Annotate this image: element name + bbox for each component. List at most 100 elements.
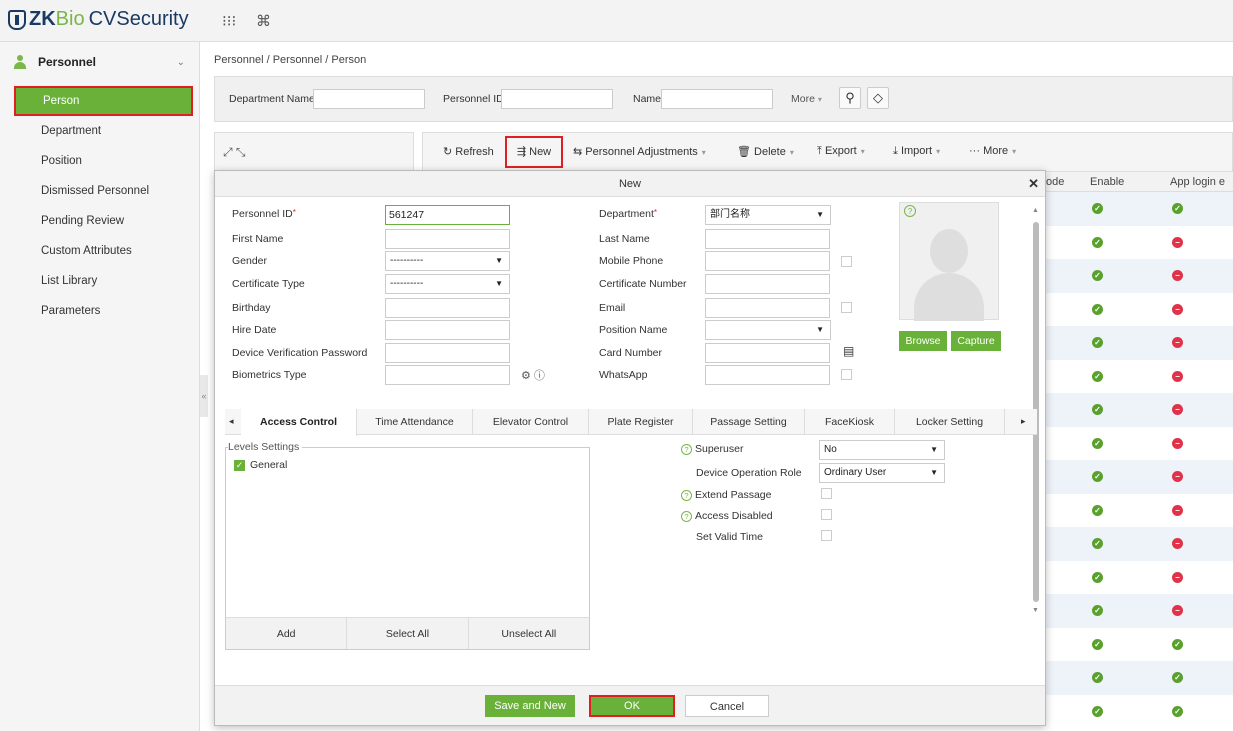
checkbox-checked-icon[interactable]: ✓ [234,459,245,471]
tab-scroll-left-icon[interactable]: ◂ [229,416,234,427]
table-row[interactable]: ✓ − [1046,326,1233,360]
export-button[interactable]: ⤒ Export ▾ [817,145,865,158]
import-button[interactable]: ⤓ Import ▾ [893,145,940,158]
sidebar-item-pending-review[interactable]: Pending Review [0,206,199,236]
name-input[interactable] [661,89,773,109]
clear-filter-icon[interactable]: ◇ [867,87,889,109]
hire-date-field[interactable] [385,320,510,340]
whatsapp-field[interactable] [705,365,830,385]
gender-select[interactable]: ---------- ▼ [385,251,510,271]
table-row[interactable]: ✓ ✓ [1046,628,1233,662]
toolbar-more-button[interactable]: ··· More ▾ [969,145,1016,157]
table-row[interactable]: ✓ − [1046,594,1233,628]
table-row[interactable]: ✓ − [1046,259,1233,293]
sidebar-collapse-handle[interactable]: « [200,375,208,417]
browse-button[interactable]: Browse [899,331,947,351]
last-name-field[interactable] [705,229,830,249]
personnel-id-label: Personnel ID [443,93,504,105]
superuser-value: No [824,444,837,455]
tab-plate-register[interactable]: Plate Register [589,409,693,435]
sidebar-item-position[interactable]: Position [0,146,199,176]
table-row[interactable]: ✓ − [1046,393,1233,427]
department-select[interactable]: 部门名称 ▼ [705,205,831,225]
access-disabled-checkbox[interactable] [821,509,832,520]
new-button[interactable]: ⇶ New [505,136,563,168]
sidebar-item-dismissed-personnel[interactable]: Dismissed Personnel [0,176,199,206]
add-level-button[interactable]: Add [226,618,348,649]
email-field[interactable] [705,298,830,318]
table-row[interactable]: ✓ ✓ [1046,695,1233,729]
expand-collapse-icon[interactable]: ⤢ ⤡ [223,145,246,160]
tab-passage-setting[interactable]: Passage Setting [693,409,805,435]
apps-grid-icon[interactable]: ⁝⁝⁝ [222,12,236,30]
extend-passage-checkbox[interactable] [821,488,832,499]
help-icon[interactable]: ? [681,511,692,522]
personnel-id-field[interactable]: 561247 [385,205,510,225]
table-row[interactable]: ✓ − [1046,494,1233,528]
ok-button[interactable]: OK [589,695,675,717]
sidebar-item-list-library[interactable]: List Library [0,266,199,296]
superuser-select[interactable]: No ▼ [819,440,945,460]
sidebar-module-personnel[interactable]: Personnel ⌄ [0,42,199,82]
set-valid-time-checkbox[interactable] [821,530,832,541]
tab-scroll-right-icon[interactable]: ▸ [1021,416,1026,427]
table-row[interactable]: ✓ − [1046,460,1233,494]
sidebar-item-custom-attributes[interactable]: Custom Attributes [0,236,199,266]
card-number-field[interactable] [705,343,830,363]
table-row[interactable]: ✓ ✓ [1046,192,1233,226]
tab-locker-setting[interactable]: Locker Setting [895,409,1005,435]
table-row[interactable]: ✓ − [1046,561,1233,595]
dialog-scrollbar[interactable]: ▲ ▼ [1032,207,1040,614]
position-name-select[interactable]: ▼ [705,320,831,340]
tab-time-attendance[interactable]: Time Attendance [357,409,473,435]
personnel-adjustments-button[interactable]: ⇆ Personnel Adjustments ▾ [573,145,706,158]
table-row[interactable]: ✓ − [1046,360,1233,394]
table-row[interactable]: ✓ − [1046,527,1233,561]
close-icon[interactable]: ✕ [1028,171,1039,197]
sidebar-item-parameters[interactable]: Parameters [0,296,199,326]
select-all-button[interactable]: Select All [347,618,469,649]
biometrics-type-field[interactable] [385,365,510,385]
table-row[interactable]: ✓ − [1046,427,1233,461]
capture-button[interactable]: Capture [951,331,1001,351]
gender-label: Gender [232,255,268,267]
unselect-all-button[interactable]: Unselect All [469,618,589,649]
card-number-label: Card Number [599,347,663,359]
certificate-number-field[interactable] [705,274,830,294]
scroll-down-icon[interactable]: ▼ [1032,607,1039,614]
first-name-field[interactable] [385,229,510,249]
help-icon[interactable]: ? [681,444,692,455]
search-icon[interactable]: ⚲ [839,87,861,109]
device-role-select[interactable]: Ordinary User ▼ [819,463,945,483]
tab-elevator-control[interactable]: Elevator Control [473,409,589,435]
sidebar-item-department[interactable]: Department [0,116,199,146]
mobile-phone-checkbox[interactable] [841,256,852,267]
email-checkbox[interactable] [841,302,852,313]
table-row[interactable]: ✓ − [1046,226,1233,260]
fingerprint-icon[interactable]: ⚙ ⓘ [521,367,545,383]
certificate-type-select[interactable]: ---------- ▼ [385,274,510,294]
table-row[interactable]: ✓ − [1046,293,1233,327]
whatsapp-checkbox[interactable] [841,369,852,380]
filter-more-dropdown[interactable]: More ▾ [791,93,822,105]
refresh-button[interactable]: ↻ Refresh [443,145,494,158]
table-row[interactable]: ✓ ✓ [1046,661,1233,695]
help-icon[interactable]: ? [681,490,692,501]
personnel-id-input[interactable] [501,89,613,109]
superuser-label: ? Superuser [681,443,743,455]
tab-facekiosk[interactable]: FaceKiosk [805,409,895,435]
device-password-field[interactable] [385,343,510,363]
department-name-input[interactable] [313,89,425,109]
delete-button[interactable]: 🗑 Delete ▾ [737,145,794,158]
level-item-general[interactable]: ✓ General [234,459,287,471]
save-and-new-button[interactable]: Save and New [485,695,575,717]
tab-access-control[interactable]: Access Control [241,409,357,436]
command-icon[interactable]: ⌘ [256,12,271,30]
sidebar-item-person[interactable]: Person [14,86,193,116]
help-icon[interactable]: ? [904,205,916,217]
cancel-button[interactable]: Cancel [685,695,769,717]
birthday-field[interactable] [385,298,510,318]
scroll-up-icon[interactable]: ▲ [1032,207,1039,214]
mobile-phone-field[interactable] [705,251,830,271]
card-reader-icon[interactable]: ▤ [843,344,854,358]
